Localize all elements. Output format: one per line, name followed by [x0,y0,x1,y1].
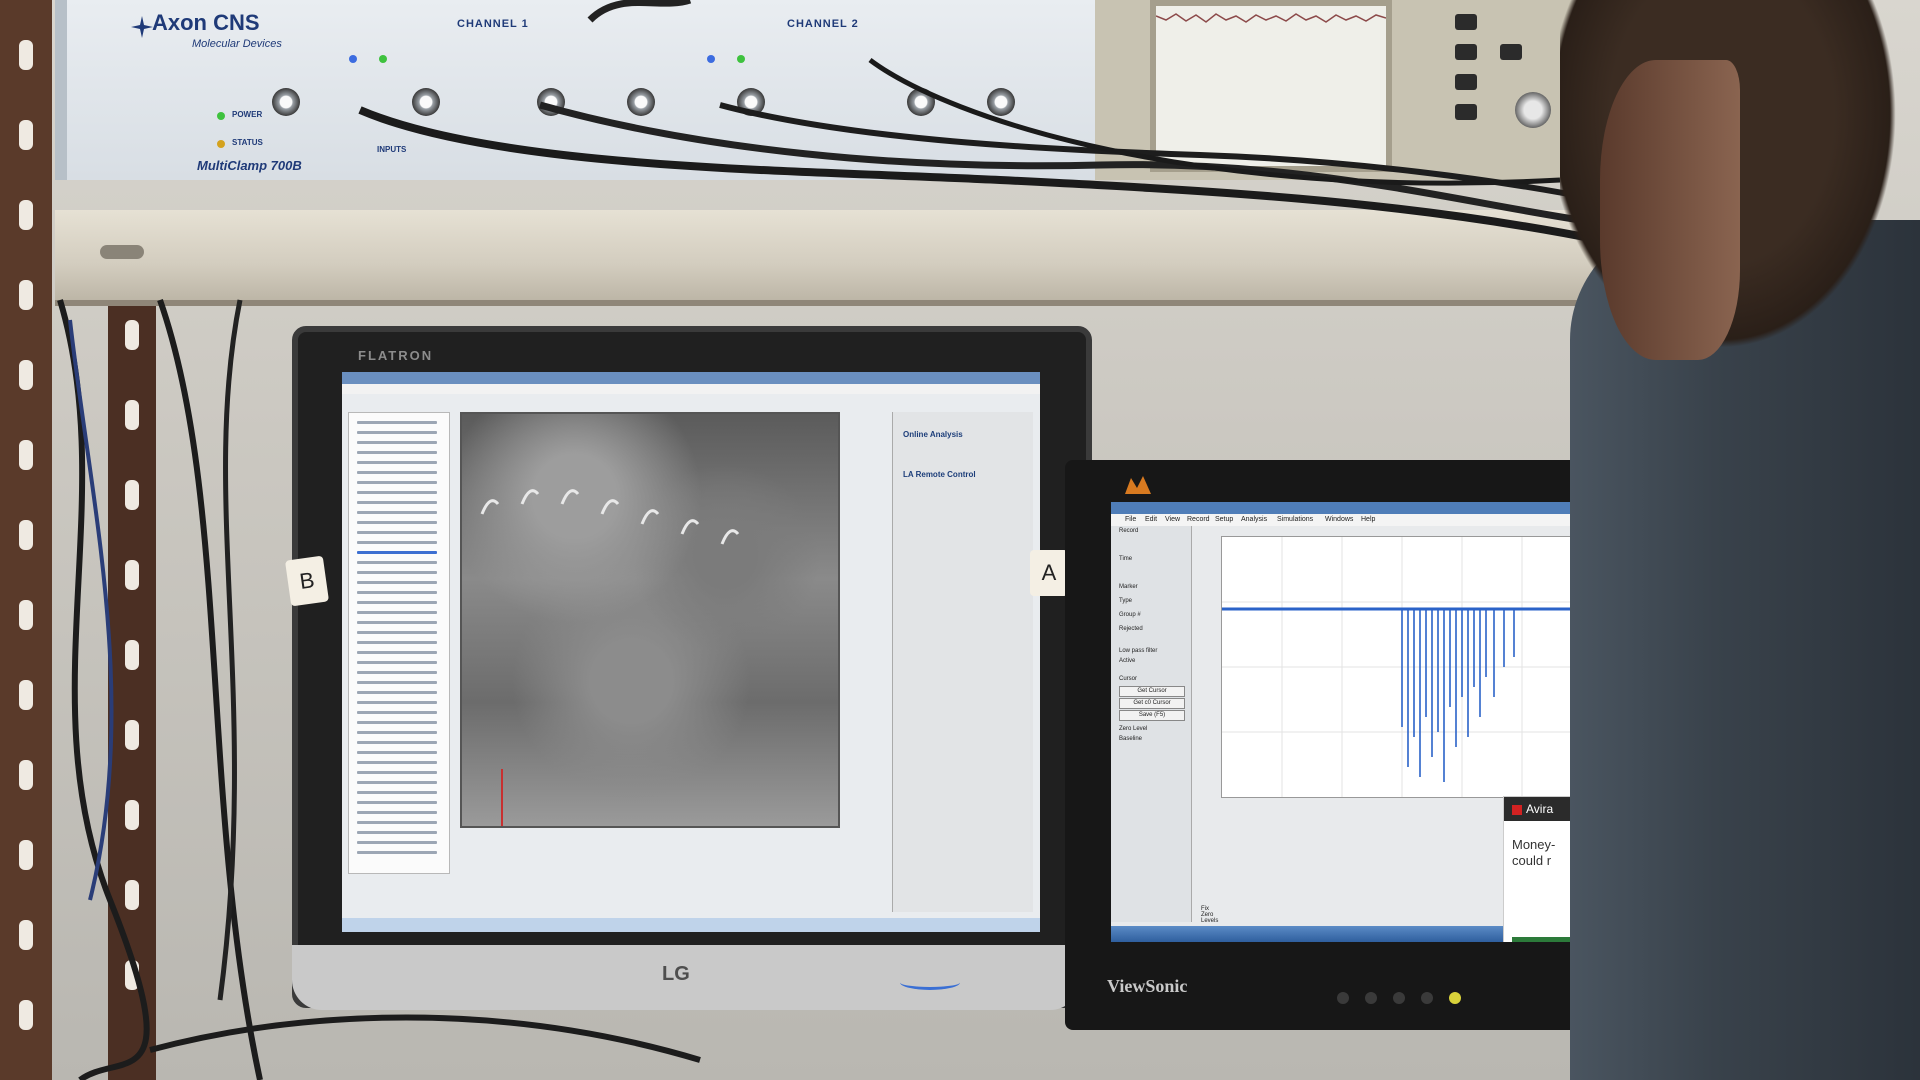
vs-screen: File Edit View Record Setup Analysis Sim… [1111,502,1591,942]
scope-trace [1155,13,1387,23]
file-tree[interactable] [348,412,450,874]
viewsonic-monitor: File Edit View Record Setup Analysis Sim… [1065,460,1620,1030]
app-logo-icon [1125,476,1151,494]
label-record: Record [1119,528,1139,534]
lg-brand-top: FLATRON [358,348,434,363]
person-face [1600,60,1740,360]
rack-post-left [0,0,52,1080]
label-cursor: Cursor [1119,676,1138,682]
bnc-connector[interactable] [627,88,655,116]
amp-channel-2: CHANNEL 2 [787,18,859,30]
lab-scene: Axon CNS Molecular Devices CHANNEL 1 CHA… [0,0,1920,1080]
microscope-image [460,412,840,828]
channel-led [737,55,745,63]
scope-knob[interactable] [1515,92,1551,128]
avira-brand: Avira [1526,802,1554,816]
lg-monitor: FLATRON Online Analysis LA Remote Contro… [284,326,1092,1008]
monitor-button[interactable] [1337,992,1349,1004]
lg-logo: LG [662,963,690,985]
label-zero-level: Zero Level [1119,726,1148,732]
status-led [217,140,225,148]
label-baseline[interactable]: Baseline [1119,736,1142,742]
fix-zero-levels-label[interactable]: Fix Zero Levels [1201,906,1218,924]
monitor-button[interactable] [1365,992,1377,1004]
power-led [217,112,225,120]
scope-button[interactable] [1455,104,1477,120]
label-time: Time [1119,556,1133,562]
menu-help[interactable]: Help [1361,516,1375,523]
monitor-power-button[interactable] [1449,992,1461,1004]
scope-button[interactable] [1455,14,1477,30]
bnc-connector[interactable] [412,88,440,116]
scope-button[interactable] [1500,44,1522,60]
amp-model: MultiClamp 700B [197,158,302,173]
oscilloscope [1095,0,1615,180]
channel-led [379,55,387,63]
label-marker: Marker [1119,584,1138,590]
scope-screen [1150,0,1392,172]
menu-edit[interactable]: Edit [1145,516,1157,523]
menu-setup[interactable]: Setup [1215,516,1233,523]
channel-led [707,55,715,63]
monitor-button[interactable] [1393,992,1405,1004]
inputs-label: INPUTS [377,145,407,154]
save-button[interactable]: Save (F5) [1119,710,1185,721]
vs-window-titlebar [1111,502,1591,514]
menu-record[interactable]: Record [1187,516,1210,523]
power-label: POWER [232,110,263,119]
scope-button[interactable] [1455,44,1477,60]
menu-view[interactable]: View [1165,516,1180,523]
label-rejected: Rejected [1119,626,1143,632]
sticker-a: A [1030,550,1068,596]
menu-analysis[interactable]: Analysis [1241,516,1267,523]
viewsonic-brand: ViewSonic [1107,976,1188,996]
hair-cells-overlay [480,489,740,826]
rack-shelf [55,210,1620,306]
menu-file[interactable]: File [1125,516,1136,523]
scope-button[interactable] [1455,74,1477,90]
lg-power-button[interactable] [900,975,960,990]
avira-logo-icon [1512,804,1522,815]
menu-windows[interactable]: Windows [1325,516,1353,523]
bnc-connector[interactable] [907,88,935,116]
lg-window-menubar [342,384,1040,394]
amp-brand: Axon CNS [152,10,260,35]
lg-window-titlebar [342,372,1040,384]
status-label: STATUS [232,138,263,147]
amp-subtitle: Molecular Devices [192,38,282,50]
lg-side-panel: Online Analysis LA Remote Control [892,412,1033,912]
label-low-pass: Low pass filter [1119,648,1158,654]
get-cursor-button[interactable]: Get Cursor [1119,686,1185,697]
multiclamp-amplifier: Axon CNS Molecular Devices CHANNEL 1 CHA… [55,0,1109,180]
vs-menubar: File Edit View Record Setup Analysis Sim… [1111,514,1591,526]
label-active[interactable]: Active [1119,658,1135,664]
bnc-connector[interactable] [737,88,765,116]
label-type: Type [1119,598,1133,604]
vs-sidebar: Record Time Marker Type Group # Rejected… [1111,526,1218,924]
lg-taskbar [342,918,1040,932]
lg-screen: Online Analysis LA Remote Control [342,372,1040,932]
label-group: Group # [1119,612,1141,618]
get-c0-cursor-button[interactable]: Get c0 Cursor [1119,698,1185,709]
side-panel-item[interactable]: LA Remote Control [903,470,976,479]
sticker-b: B [284,555,330,607]
recording-plot [1221,536,1583,798]
headphone-jack[interactable] [272,88,300,116]
rack-post-inner [108,280,156,1080]
bnc-connector[interactable] [537,88,565,116]
recording-trace [1222,537,1582,797]
menu-simulations[interactable]: Simulations [1277,516,1313,523]
amp-channel-1: CHANNEL 1 [457,18,529,30]
bnc-connector[interactable] [987,88,1015,116]
channel-led [349,55,357,63]
lg-monitor-bezel-bottom: LG [292,945,1080,1010]
monitor-button[interactable] [1421,992,1433,1004]
side-panel-item[interactable]: Online Analysis [903,430,963,439]
shelf-slot [100,245,144,259]
